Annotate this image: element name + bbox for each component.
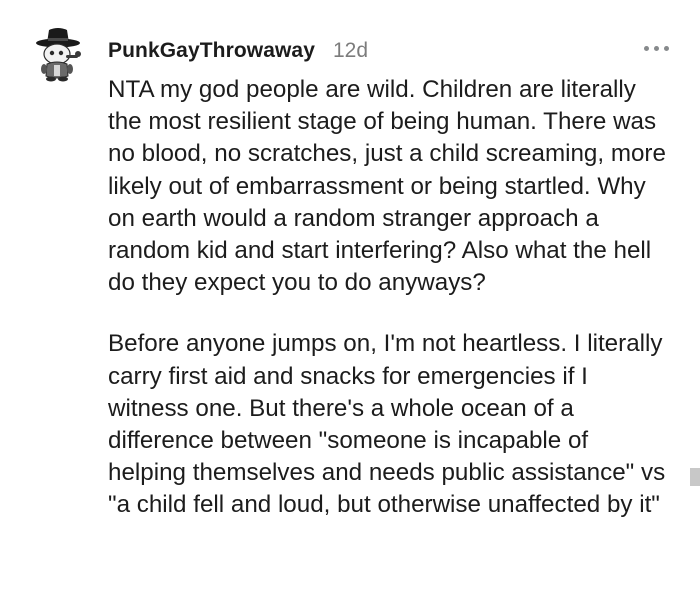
comment-body: NTA my god people are wild. Children are… <box>108 74 668 522</box>
author-username[interactable]: PunkGayThrowaway <box>108 39 315 63</box>
more-options-icon <box>663 45 669 51</box>
comment: PunkGayThrowaway 12d NTA my god people a… <box>0 0 700 603</box>
snoo-avatar-icon <box>36 28 81 82</box>
comment-paragraph: Before anyone jumps on, I'm not heartles… <box>108 330 666 519</box>
more-options-button[interactable] <box>636 36 676 60</box>
comment-paragraph: NTA my god people are wild. Children are… <box>108 76 666 297</box>
comment-header: PunkGayThrowaway 12d <box>108 36 368 66</box>
more-options-icon <box>653 45 659 51</box>
more-options-icon <box>643 45 649 51</box>
scrollbar-thumb[interactable] <box>690 468 700 486</box>
avatar[interactable] <box>30 24 90 84</box>
comment-timestamp: 12d <box>333 39 369 62</box>
